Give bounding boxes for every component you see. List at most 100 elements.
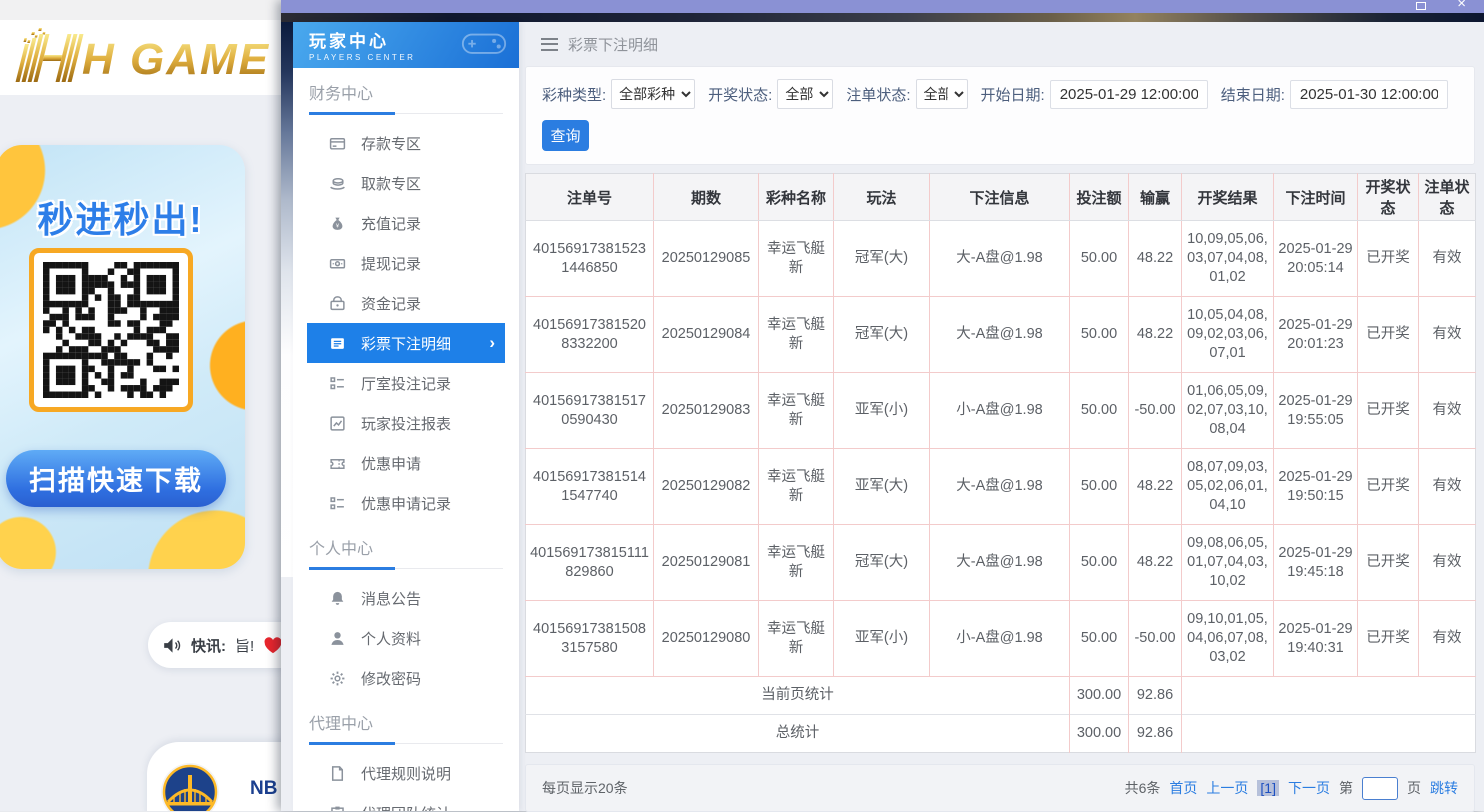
news-ticker-text: 旨! xyxy=(235,635,254,656)
lottery-type-label: 彩种类型: xyxy=(542,84,606,105)
end-date-input[interactable] xyxy=(1290,80,1448,109)
sidebar-item-promo-apply[interactable]: 优惠申请 xyxy=(307,443,505,483)
sidebar-item-change-password[interactable]: 修改密码 xyxy=(307,658,505,698)
chevron-right-icon: › xyxy=(489,333,495,353)
current-page-indicator: [1] xyxy=(1257,780,1279,796)
table-cell: 冠军(大) xyxy=(834,525,930,601)
draw-status-select[interactable]: 全部 xyxy=(777,79,833,109)
sidebar-item-agent-team-stats[interactable]: 代理团队统计 xyxy=(307,793,505,811)
table-cell: 幸运飞艇新 xyxy=(759,297,834,373)
sidebar-item-withdraw-records[interactable]: 提现记录 xyxy=(307,243,505,283)
summary-winloss-total: 92.86 xyxy=(1129,715,1182,753)
warriors-logo-icon xyxy=(160,762,220,811)
table-cell: 冠军(大) xyxy=(834,297,930,373)
maximize-icon[interactable] xyxy=(1416,2,1426,10)
table-cell: 20250129084 xyxy=(654,297,759,373)
table-cell: 大-A盘@1.98 xyxy=(930,297,1070,373)
sidebar-item-label: 代理团队统计 xyxy=(361,803,451,812)
coupon-icon xyxy=(329,455,346,472)
column-header: 玩法 xyxy=(834,174,930,221)
sidebar-section-title: 代理中心 xyxy=(309,710,503,744)
table-cell: 50.00 xyxy=(1070,297,1129,373)
sidebar-item-promo-apply-records[interactable]: 优惠申请记录 xyxy=(307,483,505,523)
table-cell: 401569173815170590430 xyxy=(526,373,654,449)
table-row: 40156917381523144685020250129085幸运飞艇新冠军(… xyxy=(526,221,1476,297)
jump-action-link[interactable]: 跳转 xyxy=(1430,778,1458,798)
summary-empty xyxy=(1182,715,1476,753)
column-header: 下注时间 xyxy=(1274,174,1358,221)
first-page-link[interactable]: 首页 xyxy=(1169,778,1197,798)
table-cell: 20250129083 xyxy=(654,373,759,449)
table-cell: 401569173815231446850 xyxy=(526,221,654,297)
coupon-list-icon xyxy=(329,495,346,512)
column-header: 期数 xyxy=(654,174,759,221)
prev-page-link[interactable]: 上一页 xyxy=(1206,778,1248,798)
nba-news-card[interactable]: NB xyxy=(147,742,281,811)
order-status-select[interactable]: 全部 xyxy=(916,79,968,109)
table-cell: 10,05,04,08,09,02,03,06,07,01 xyxy=(1182,297,1274,373)
table-cell: 幸运飞艇新 xyxy=(759,449,834,525)
window-titlebar: × xyxy=(281,0,1484,13)
hh-game-logo[interactable]: H GAME xyxy=(10,24,278,91)
summary-label: 总统计 xyxy=(526,715,1070,753)
nba-card-title: NB xyxy=(250,778,277,800)
table-cell: 有效 xyxy=(1419,449,1476,525)
table-cell: 亚军(小) xyxy=(834,601,930,677)
sidebar-item-label: 提现记录 xyxy=(361,253,421,274)
news-label: 快讯: xyxy=(191,635,226,656)
table-cell: 大-A盘@1.98 xyxy=(930,221,1070,297)
lottery-type-select[interactable]: 全部彩种 xyxy=(611,79,695,109)
total-count-text: 共6条 xyxy=(1125,778,1161,798)
summary-bet-total: 300.00 xyxy=(1070,715,1129,753)
sidebar-item-withdraw-zone[interactable]: 取款专区 xyxy=(307,163,505,203)
page-jump-input[interactable] xyxy=(1362,777,1398,800)
sidebar-item-funds-records[interactable]: 资金记录 xyxy=(307,283,505,323)
sidebar-item-label: 厅室投注记录 xyxy=(361,373,451,394)
sidebar-item-recharge-records[interactable]: ¥充值记录 xyxy=(307,203,505,243)
sidebar-item-agent-rules[interactable]: 代理规则说明 xyxy=(307,753,505,793)
qr-code xyxy=(29,248,193,412)
pagination-bar: 每页显示20条 共6条 首页 上一页 [1] 下一页 第 页 跳转 xyxy=(525,764,1475,812)
sidebar-item-hall-bet-records[interactable]: 厅室投注记录 xyxy=(307,363,505,403)
table-cell: 已开奖 xyxy=(1358,297,1419,373)
hamburger-menu-icon[interactable] xyxy=(541,38,558,51)
table-cell: 50.00 xyxy=(1070,373,1129,449)
sidebar-item-deposit-zone[interactable]: 存款专区 xyxy=(307,123,505,163)
sidebar-item-player-bet-report[interactable]: 玩家投注报表 xyxy=(307,403,505,443)
sidebar-item-label: 个人资料 xyxy=(361,628,421,649)
next-page-link[interactable]: 下一页 xyxy=(1288,778,1330,798)
table-cell: 401569173815083157580 xyxy=(526,601,654,677)
table-cell: 401569173815111829860 xyxy=(526,525,654,601)
sidebar-item-label: 优惠申请 xyxy=(361,453,421,474)
sidebar-item-profile[interactable]: 个人资料 xyxy=(307,618,505,658)
table-cell: 已开奖 xyxy=(1358,449,1419,525)
main-content: 彩票下注明细 彩种类型: 全部彩种 开奖状态: 全部 注单状态: 全部 开始日期… xyxy=(525,22,1475,812)
clipboard-stats-icon xyxy=(329,805,346,812)
summary-row: 总统计300.0092.86 xyxy=(526,715,1476,753)
table-cell: -50.00 xyxy=(1129,373,1182,449)
table-cell: 幸运飞艇新 xyxy=(759,601,834,677)
sidebar: 玩家中心 PLAYERS CENTER 财务中心存款专区取款专区¥充值记录提现记… xyxy=(293,22,519,811)
sidebar-section-title: 个人中心 xyxy=(309,535,503,569)
sidebar-item-lottery-bet-details[interactable]: 彩票下注明细› xyxy=(307,323,505,363)
chart-report-icon xyxy=(329,415,346,432)
table-cell: 48.22 xyxy=(1129,449,1182,525)
query-button[interactable]: 查询 xyxy=(542,120,589,151)
sidebar-item-label: 充值记录 xyxy=(361,213,421,234)
download-button[interactable]: 扫描快速下载 xyxy=(6,450,226,507)
checklist-icon xyxy=(329,375,346,392)
background-edge-gradient xyxy=(281,22,293,577)
players-center-window: × 玩家中心 PLAYERS CENTER 财务中心存款专区取款专区¥充值记录提… xyxy=(281,0,1484,811)
start-date-input[interactable] xyxy=(1050,80,1208,109)
draw-status-label: 开奖状态: xyxy=(708,84,772,105)
close-icon[interactable]: × xyxy=(1457,0,1466,11)
table-row: 40156917381511182986020250129081幸运飞艇新冠军(… xyxy=(526,525,1476,601)
summary-bet-total: 300.00 xyxy=(1070,677,1129,715)
column-header: 开奖状态 xyxy=(1358,174,1419,221)
table-cell: 有效 xyxy=(1419,221,1476,297)
summary-row: 当前页统计300.0092.86 xyxy=(526,677,1476,715)
filter-panel: 彩种类型: 全部彩种 开奖状态: 全部 注单状态: 全部 开始日期: 结束日期:… xyxy=(525,66,1475,165)
sidebar-item-messages[interactable]: 消息公告 xyxy=(307,578,505,618)
breadcrumb: 彩票下注明细 xyxy=(525,22,1475,66)
table-cell: 09,08,06,05,01,07,04,03,10,02 xyxy=(1182,525,1274,601)
